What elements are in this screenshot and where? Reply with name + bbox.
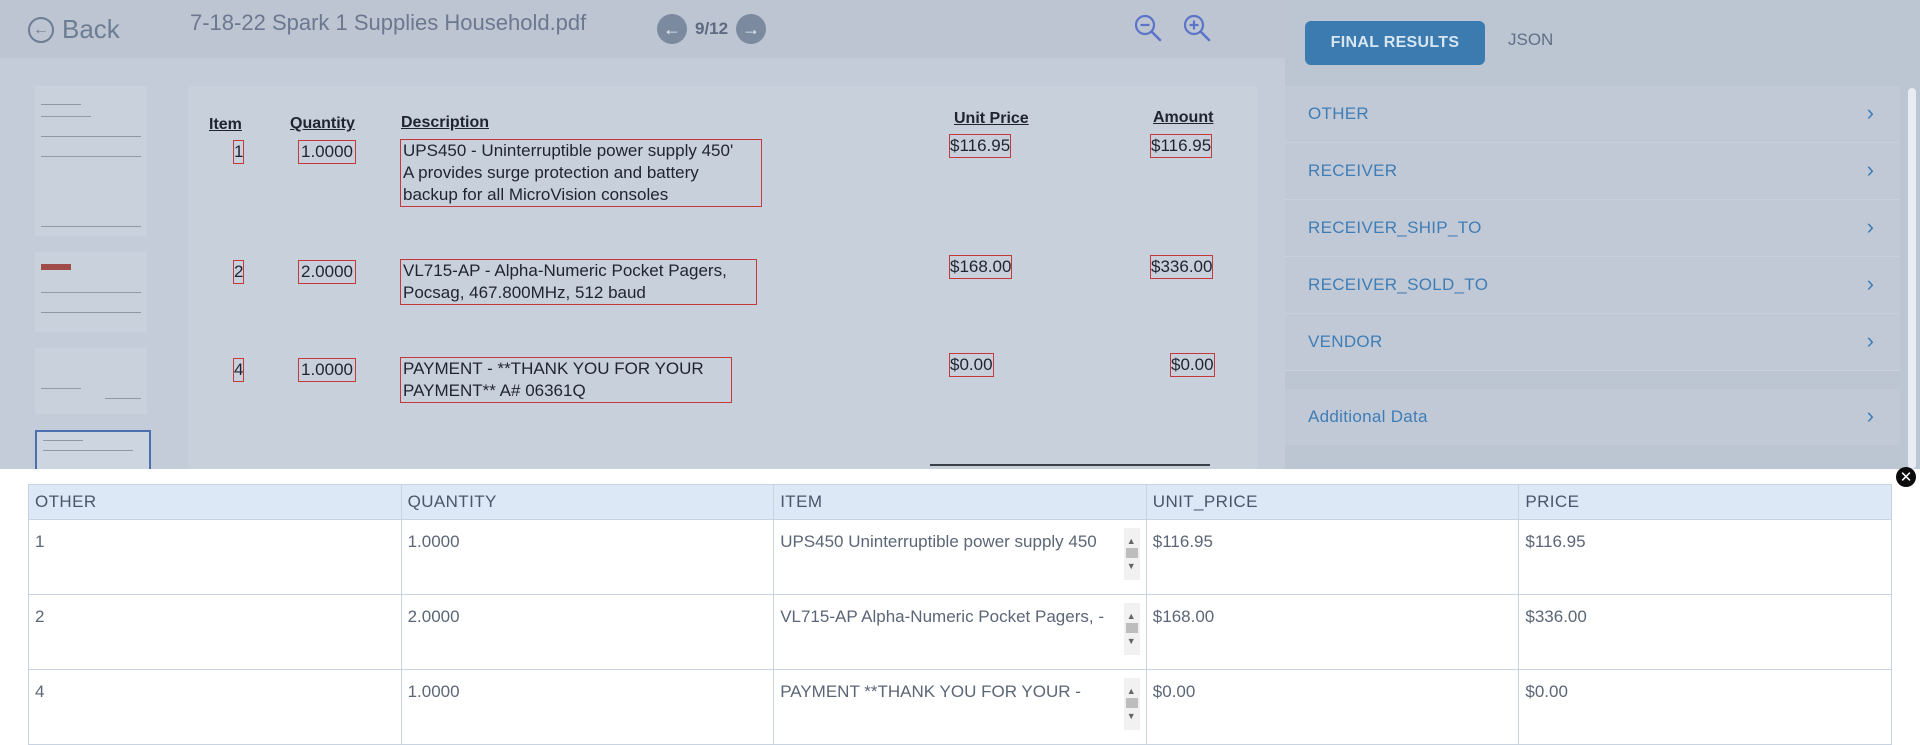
column-header-item: ITEM [773, 484, 1147, 520]
doc-row-unit-price: $168.00 [949, 255, 1013, 279]
results-panel: FINAL RESULTS JSON OTHER › RECEIVER › RE… [1285, 0, 1920, 469]
section-label: VENDOR [1308, 332, 1383, 351]
cell-item[interactable]: VL715-AP Alpha-Numeric Pocket Pagers, - … [773, 594, 1147, 670]
doc-row-amount: $336.00 [1150, 255, 1214, 279]
cell-other[interactable]: 1 [28, 519, 402, 595]
doc-header-unit-price: Unit Price [954, 110, 1029, 127]
table-row: 2 2.0000 VL715-AP Alpha-Numeric Pocket P… [28, 594, 1892, 670]
tab-final-results[interactable]: FINAL RESULTS [1305, 21, 1485, 65]
page-navigator: ← 9/12 → [657, 14, 767, 44]
page-indicator: 9/12 [695, 19, 729, 38]
doc-row-quantity: 2.0000 [298, 260, 356, 284]
doc-row-amount: $0.00 [1170, 353, 1215, 377]
doc-row-description: VL715-AP - Alpha-Numeric Pocket Pagers, … [400, 259, 757, 305]
chevron-right-icon: › [1866, 214, 1874, 239]
cell-scrollbar[interactable]: ▲ ▼ [1123, 678, 1140, 730]
line-items-table: OTHER QUANTITY ITEM UNIT_PRICE PRICE 1 1… [28, 484, 1892, 745]
page-thumbnail-selected[interactable] [35, 430, 151, 469]
arrow-left-circle-icon[interactable]: ← [657, 14, 687, 44]
page-thumbnail[interactable] [35, 86, 147, 236]
section-label: RECEIVER_SHIP_TO [1308, 218, 1482, 237]
column-header-price: PRICE [1518, 484, 1892, 520]
table-row: 4 1.0000 PAYMENT **THANK YOU FOR YOUR - … [28, 669, 1892, 745]
doc-header-item: Item [209, 116, 242, 133]
chevron-right-icon: › [1866, 403, 1874, 428]
section-receiver-ship-to[interactable]: RECEIVER_SHIP_TO › [1285, 200, 1900, 257]
cell-scrollbar[interactable]: ▲ ▼ [1123, 603, 1140, 655]
cell-quantity[interactable]: 1.0000 [400, 669, 775, 745]
section-additional-data[interactable]: Additional Data › [1285, 389, 1900, 445]
arrow-right-circle-icon[interactable]: → [736, 14, 767, 44]
zoom-in-icon[interactable] [1181, 12, 1213, 44]
doc-row-unit-price: $0.00 [949, 353, 994, 377]
doc-header-quantity: Quantity [290, 115, 355, 132]
doc-row-description: PAYMENT - **THANK YOU FOR YOUR PAYMENT**… [400, 357, 732, 403]
doc-row-item: 2 [233, 260, 245, 284]
cell-quantity[interactable]: 2.0000 [400, 594, 775, 670]
cell-item[interactable]: UPS450 Uninterruptible power supply 450 … [773, 519, 1147, 595]
viewer-toolbar: ← Back 7-18-22 Spark 1 Supplies Househol… [0, 0, 1285, 58]
page-thumbnail[interactable] [35, 252, 147, 332]
chevron-right-icon: › [1866, 328, 1874, 353]
section-other[interactable]: OTHER › [1285, 86, 1900, 143]
table-header-row: OTHER QUANTITY ITEM UNIT_PRICE PRICE [28, 484, 1892, 520]
cell-other[interactable]: 4 [28, 669, 402, 745]
panel-scrollbar[interactable] [1908, 88, 1916, 469]
close-icon[interactable]: ✕ [1896, 467, 1916, 487]
chevron-right-icon: › [1866, 157, 1874, 182]
cell-price[interactable]: $116.95 [1518, 519, 1892, 595]
item-text[interactable]: PAYMENT **THANK YOU FOR YOUR - [780, 678, 1125, 734]
cell-quantity[interactable]: 1.0000 [400, 519, 775, 595]
section-label: Additional Data [1308, 407, 1428, 426]
doc-divider [930, 464, 1210, 466]
section-vendor[interactable]: VENDOR › [1285, 314, 1900, 371]
cell-scrollbar[interactable]: ▲ ▼ [1123, 528, 1140, 580]
table-row: 1 1.0000 UPS450 Uninterruptible power su… [28, 519, 1892, 595]
doc-row-description: UPS450 - Uninterruptible power supply 45… [400, 139, 762, 207]
section-label: RECEIVER_SOLD_TO [1308, 275, 1489, 294]
item-text[interactable]: VL715-AP Alpha-Numeric Pocket Pagers, - [780, 603, 1125, 659]
doc-row-item: 1 [233, 140, 245, 164]
document-viewer: ← Back 7-18-22 Spark 1 Supplies Househol… [0, 0, 1920, 469]
section-label: OTHER [1308, 104, 1369, 123]
chevron-right-icon: › [1866, 271, 1874, 296]
tab-json[interactable]: JSON [1508, 30, 1553, 50]
section-receiver[interactable]: RECEIVER › [1285, 143, 1900, 200]
back-arrow-circle-icon: ← [28, 16, 54, 43]
column-header-unit-price: UNIT_PRICE [1145, 484, 1520, 520]
page-thumbnail[interactable] [35, 348, 147, 414]
zoom-out-icon[interactable] [1132, 12, 1164, 44]
doc-header-description: Description [401, 114, 490, 131]
cell-price[interactable]: $0.00 [1518, 669, 1892, 745]
doc-row-amount: $116.95 [1150, 134, 1213, 158]
column-header-quantity: QUANTITY [400, 484, 775, 520]
doc-header-amount: Amount [1153, 109, 1214, 126]
document-title: 7-18-22 Spark 1 Supplies Household.pdf [190, 10, 587, 35]
page-thumbnails [25, 72, 155, 469]
doc-row-unit-price: $116.95 [949, 134, 1012, 158]
item-text[interactable]: UPS450 Uninterruptible power supply 450 [780, 528, 1125, 584]
doc-row-item: 4 [233, 358, 245, 382]
column-header-other: OTHER [28, 484, 402, 520]
cell-other[interactable]: 2 [28, 594, 402, 670]
chevron-right-icon: › [1866, 100, 1874, 125]
cell-unit-price[interactable]: $168.00 [1145, 594, 1520, 670]
section-label: RECEIVER [1308, 161, 1398, 180]
cell-unit-price[interactable]: $0.00 [1145, 669, 1520, 745]
section-receiver-sold-to[interactable]: RECEIVER_SOLD_TO › [1285, 257, 1900, 314]
doc-row-quantity: 1.0000 [298, 140, 356, 164]
doc-row-quantity: 1.0000 [298, 358, 356, 382]
cell-price[interactable]: $336.00 [1518, 594, 1892, 670]
document-page: Item Quantity Description Unit Price Amo… [188, 86, 1258, 469]
back-button[interactable]: ← Back [28, 14, 120, 45]
back-label: Back [62, 14, 120, 44]
cell-unit-price[interactable]: $116.95 [1145, 519, 1520, 595]
cell-item[interactable]: PAYMENT **THANK YOU FOR YOUR - ▲ ▼ [773, 669, 1147, 745]
